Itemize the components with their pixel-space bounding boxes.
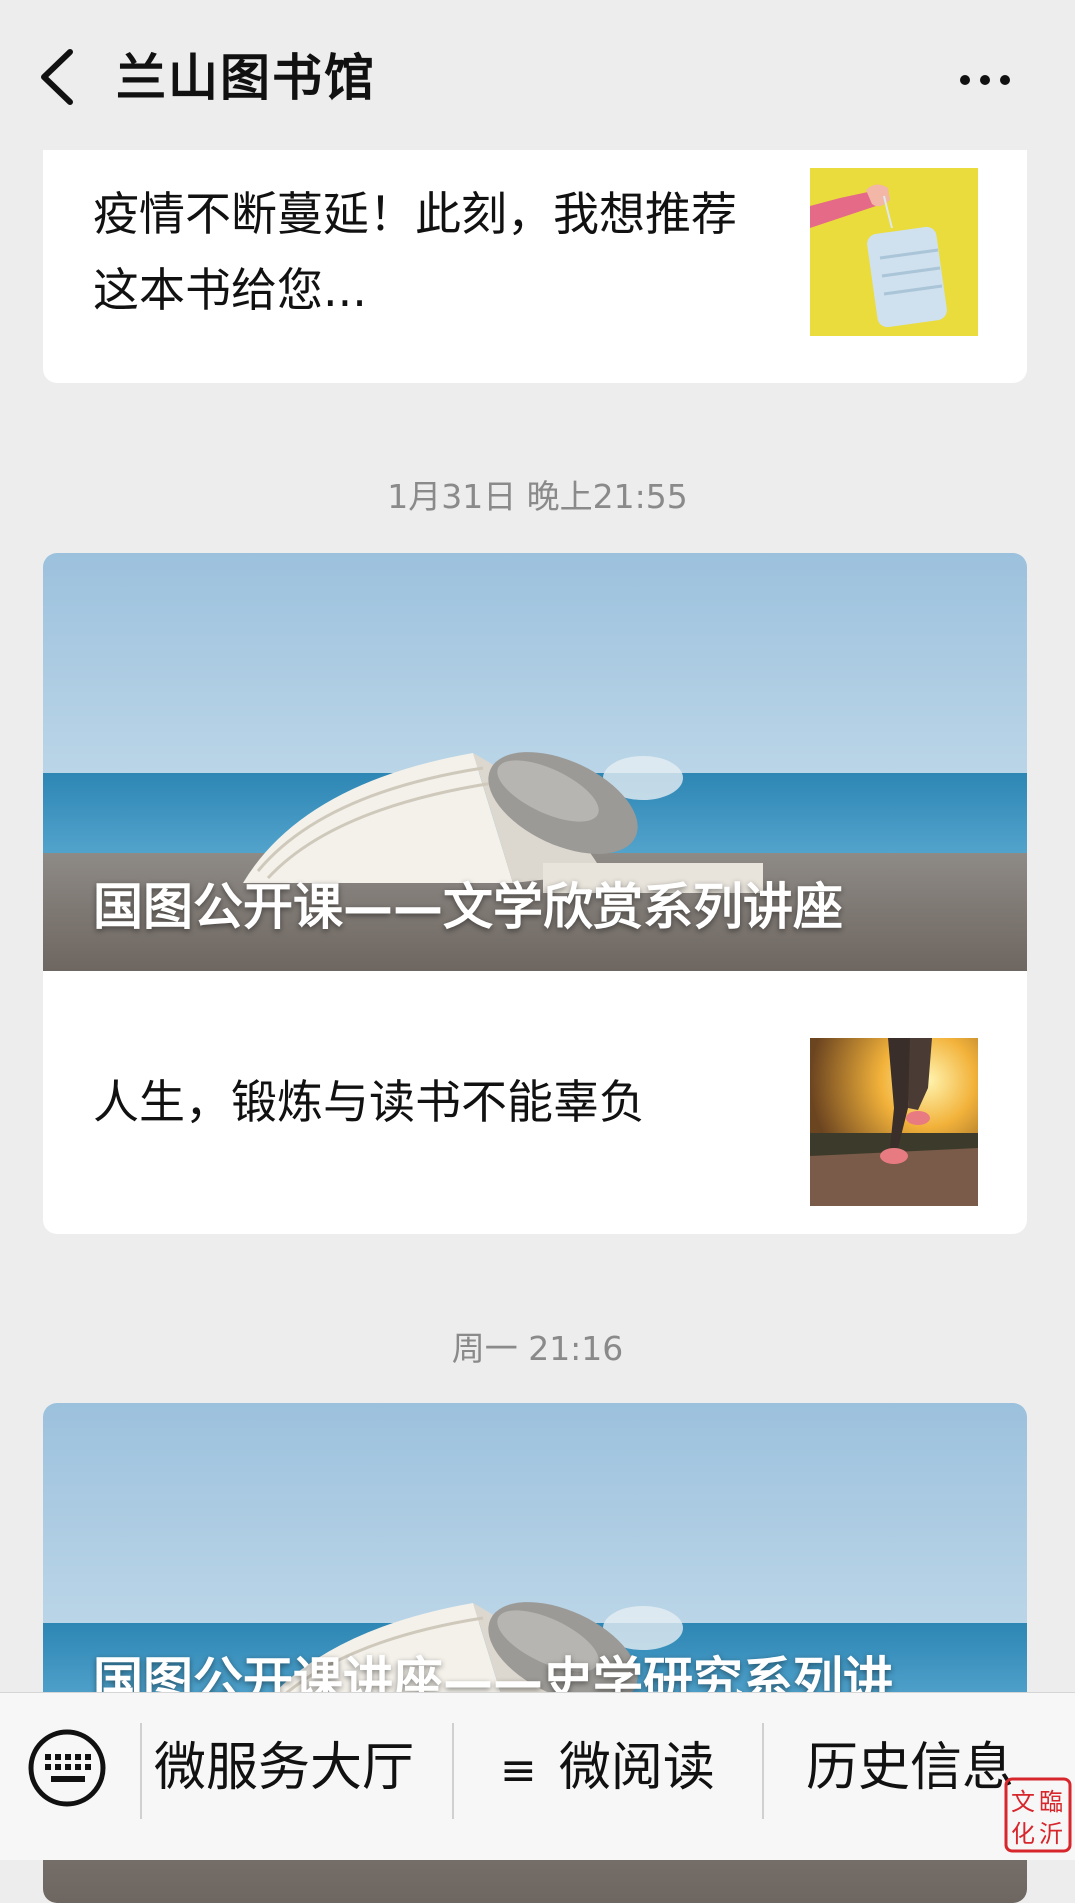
message-timestamp: 1月31日 晚上21:55 xyxy=(387,477,688,516)
menu-divider xyxy=(452,1723,454,1819)
svg-text:化: 化 xyxy=(1011,1820,1035,1848)
svg-text:文: 文 xyxy=(1011,1788,1035,1816)
svg-text:臨: 臨 xyxy=(1039,1788,1063,1816)
menu-item-micro-reading[interactable]: ≡ 微阅读 xyxy=(500,1735,715,1804)
menu-item-history[interactable]: 历史信息 xyxy=(806,1735,1014,1801)
keyboard-toggle-button[interactable] xyxy=(27,1728,107,1808)
face-mask-thumbnail xyxy=(810,168,978,336)
watermark-seal: 臨 沂 文 化 xyxy=(1003,1776,1073,1854)
message-timestamp: 周一 21:16 xyxy=(451,1329,624,1368)
cover-article[interactable]: 国图公开课——文学欣赏系列讲座 xyxy=(43,553,1027,971)
article-card[interactable]: 国图公开课——文学欣赏系列讲座 人生，锻炼与读书不能辜负 xyxy=(43,553,1027,1234)
cover-title: 国图公开课——文学欣赏系列讲座 xyxy=(93,878,843,936)
chevron-left-icon xyxy=(30,49,90,119)
article-title: 疫情不断蔓延！此刻，我想推荐这本书给您... xyxy=(93,187,737,317)
menu-divider xyxy=(140,1723,142,1819)
runner-thumbnail xyxy=(810,1038,978,1206)
menu-item-service-hall[interactable]: 微服务大厅 xyxy=(154,1735,444,1801)
back-button[interactable] xyxy=(30,40,90,115)
page-title: 兰山图书馆 xyxy=(116,49,376,107)
menu-item-label: 微服务大厅 xyxy=(154,1738,415,1798)
more-button[interactable] xyxy=(955,55,1015,105)
menu-divider xyxy=(762,1723,764,1819)
menu-list-icon: ≡ xyxy=(500,1745,537,1796)
svg-text:沂: 沂 xyxy=(1039,1820,1063,1848)
article-title: 人生，锻炼与读书不能辜负 xyxy=(93,1075,645,1129)
more-dots-icon xyxy=(955,75,1015,109)
bottom-menu: 微服务大厅 ≡ 微阅读 历史信息 xyxy=(0,1692,1075,1860)
menu-item-label: 历史信息 xyxy=(806,1738,1015,1798)
article-row[interactable]: 人生，锻炼与读书不能辜负 xyxy=(43,971,1027,1234)
keyboard-icon xyxy=(27,1729,107,1812)
article-card[interactable]: 疫情不断蔓延！此刻，我想推荐这本书给您... xyxy=(43,150,1027,383)
nav-bar: 兰山图书馆 xyxy=(0,0,1075,150)
menu-item-label: 微阅读 xyxy=(558,1738,715,1798)
